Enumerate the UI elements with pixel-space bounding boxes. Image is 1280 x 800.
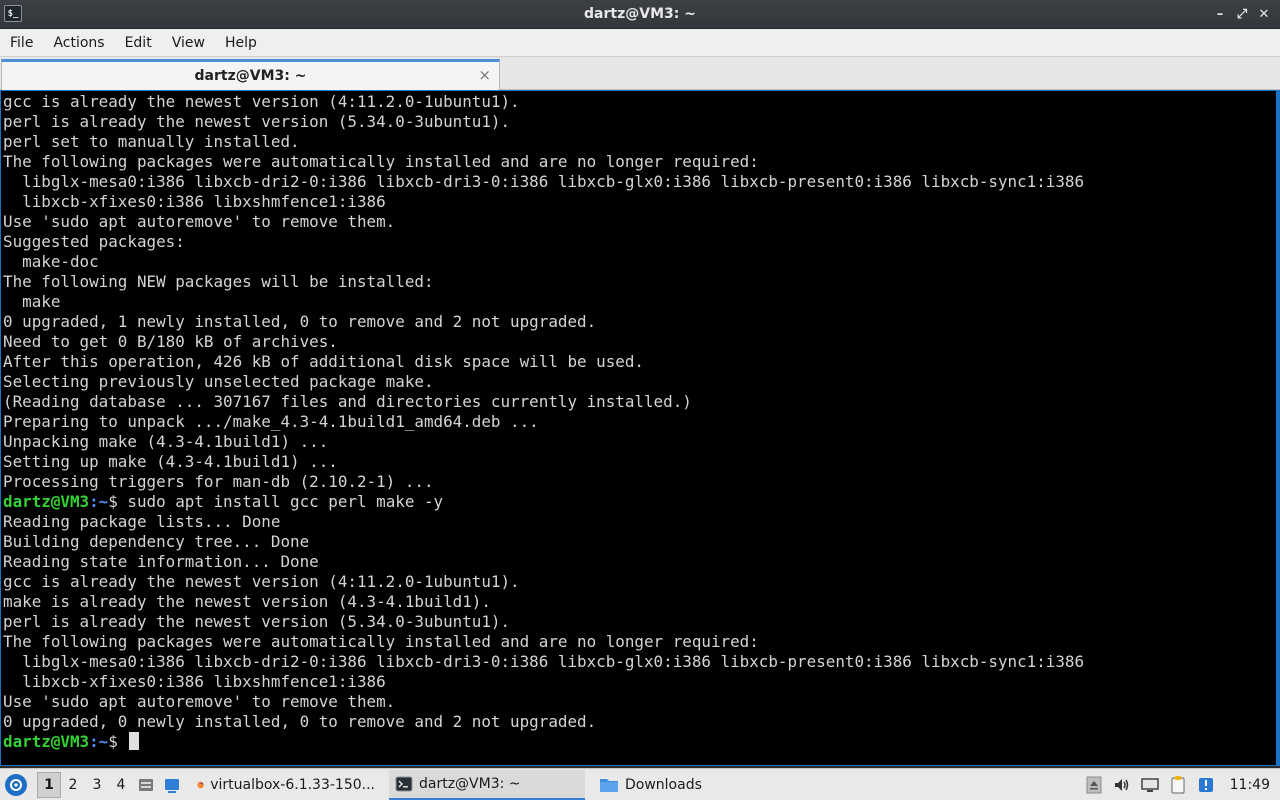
output-line: gcc is already the newest version (4:11.… <box>3 92 520 111</box>
workspace-3[interactable]: 3 <box>85 772 109 798</box>
output-line: 0 upgraded, 1 newly installed, 0 to remo… <box>3 312 597 331</box>
task-label: virtualbox-6.1.33-150... <box>210 776 375 793</box>
close-button[interactable]: ✕ <box>1256 5 1272 23</box>
firefox-icon <box>197 781 204 788</box>
terminal-lines: gcc is already the newest version (4:11.… <box>3 92 1084 752</box>
output-line: The following NEW packages will be insta… <box>3 272 434 291</box>
task-firefox[interactable]: virtualbox-6.1.33-150... <box>191 770 381 800</box>
output-line: perl is already the newest version (5.34… <box>3 612 511 631</box>
output-line: After this operation, 426 kB of addition… <box>3 352 644 371</box>
task-downloads[interactable]: Downloads <box>593 770 723 800</box>
output-line: perl set to manually installed. <box>3 132 300 151</box>
lubuntu-logo-icon <box>10 778 22 791</box>
task-label: dartz@VM3: ~ <box>419 775 521 792</box>
output-line: The following packages were automaticall… <box>3 632 759 651</box>
menu-bar: File Actions Edit View Help <box>0 29 1280 57</box>
output-line: make-doc <box>3 252 99 271</box>
terminal-scrollbar[interactable] <box>1276 90 1280 766</box>
clock[interactable]: 11:49 <box>1230 777 1270 793</box>
folder-icon <box>600 778 618 792</box>
window-titlebar: $_ dartz@VM3: ~ – ⤢ ✕ <box>0 0 1280 29</box>
prompt-line: dartz@VM3:~$ <box>3 732 1084 752</box>
task-label: Downloads <box>625 776 702 793</box>
update-notifier-icon[interactable] <box>1196 775 1216 795</box>
workspace-switcher: 1 2 3 4 <box>37 771 133 798</box>
menu-view[interactable]: View <box>162 35 215 51</box>
file-manager-launcher-icon[interactable] <box>135 774 157 796</box>
workspace-1[interactable]: 1 <box>37 771 61 798</box>
output-line: make is already the newest version (4.3-… <box>3 592 491 611</box>
network-icon[interactable] <box>1140 775 1160 795</box>
tab-terminal[interactable]: dartz@VM3: ~ × <box>1 59 500 90</box>
output-line: Preparing to unpack .../make_4.3-4.1buil… <box>3 412 539 431</box>
output-line: Reading package lists... Done <box>3 512 281 531</box>
prompt-symbol: $ <box>108 732 128 751</box>
start-menu-button[interactable] <box>5 773 27 796</box>
system-tray: 11:49 <box>1084 769 1280 800</box>
output-line: Suggested packages: <box>3 232 185 251</box>
taskbar: 1 2 3 4 virtualbox-6.1.33-150... dartz@V… <box>0 768 1280 800</box>
task-terminal[interactable]: dartz@VM3: ~ <box>389 769 585 800</box>
terminal-app-icon[interactable]: $_ <box>4 5 22 22</box>
output-line: Need to get 0 B/180 kB of archives. <box>3 332 338 351</box>
prompt-line: dartz@VM3:~$ sudo apt install gcc perl m… <box>3 492 1084 512</box>
output-line: Setting up make (4.3-4.1build1) ... <box>3 452 338 471</box>
output-line: 0 upgraded, 0 newly installed, 0 to remo… <box>3 712 597 731</box>
menu-file[interactable]: File <box>0 35 43 51</box>
menu-edit[interactable]: Edit <box>115 35 162 51</box>
output-line: libglx-mesa0:i386 libxcb-dri2-0:i386 lib… <box>3 172 1085 191</box>
prompt-user: dartz@VM3 <box>3 492 90 511</box>
clipboard-icon[interactable] <box>1168 775 1188 795</box>
output-line: perl is already the newest version (5.34… <box>3 112 511 131</box>
workspace-2[interactable]: 2 <box>61 772 85 798</box>
output-line: libxcb-xfixes0:i386 libxshmfence1:i386 <box>3 192 386 211</box>
output-line: (Reading database ... 307167 files and d… <box>3 392 692 411</box>
prompt-path: :~ <box>89 492 109 511</box>
window-controls: – ⤢ ✕ <box>1212 5 1272 23</box>
terminal-output[interactable]: gcc is already the newest version (4:11.… <box>0 90 1280 766</box>
prompt-symbol: $ <box>108 492 128 511</box>
prompt-path: :~ <box>89 732 109 751</box>
tab-close-icon[interactable]: × <box>478 66 491 84</box>
output-line: Use 'sudo apt autoremove' to remove them… <box>3 692 396 711</box>
text-cursor <box>129 732 140 750</box>
output-line: Selecting previously unselected package … <box>3 372 434 391</box>
output-line: Use 'sudo apt autoremove' to remove them… <box>3 212 396 231</box>
output-line: Unpacking make (4.3-4.1build1) ... <box>3 432 329 451</box>
prompt-user: dartz@VM3 <box>3 732 90 751</box>
menu-help[interactable]: Help <box>215 35 267 51</box>
show-desktop-icon[interactable] <box>161 774 183 796</box>
prompt-command: sudo apt install gcc perl make -y <box>127 492 444 511</box>
output-line: Processing triggers for man-db (2.10.2-1… <box>3 472 434 491</box>
terminal-icon <box>395 776 413 791</box>
eject-icon[interactable] <box>1084 775 1104 795</box>
menu-actions[interactable]: Actions <box>43 35 114 51</box>
tab-bar: dartz@VM3: ~ × <box>0 57 1280 90</box>
output-line: Reading state information... Done <box>3 552 319 571</box>
window-title: dartz@VM3: ~ <box>584 6 696 22</box>
output-line: libxcb-xfixes0:i386 libxshmfence1:i386 <box>3 672 386 691</box>
workspace-4[interactable]: 4 <box>109 772 133 798</box>
tab-label: dartz@VM3: ~ <box>194 68 307 84</box>
output-line: make <box>3 292 61 311</box>
output-line: The following packages were automaticall… <box>3 152 759 171</box>
output-line: gcc is already the newest version (4:11.… <box>3 572 520 591</box>
output-line: libglx-mesa0:i386 libxcb-dri2-0:i386 lib… <box>3 652 1085 671</box>
output-line: Building dependency tree... Done <box>3 532 310 551</box>
minimize-button[interactable]: – <box>1212 5 1228 23</box>
maximize-button[interactable]: ⤢ <box>1234 5 1250 23</box>
volume-icon[interactable] <box>1112 775 1132 795</box>
